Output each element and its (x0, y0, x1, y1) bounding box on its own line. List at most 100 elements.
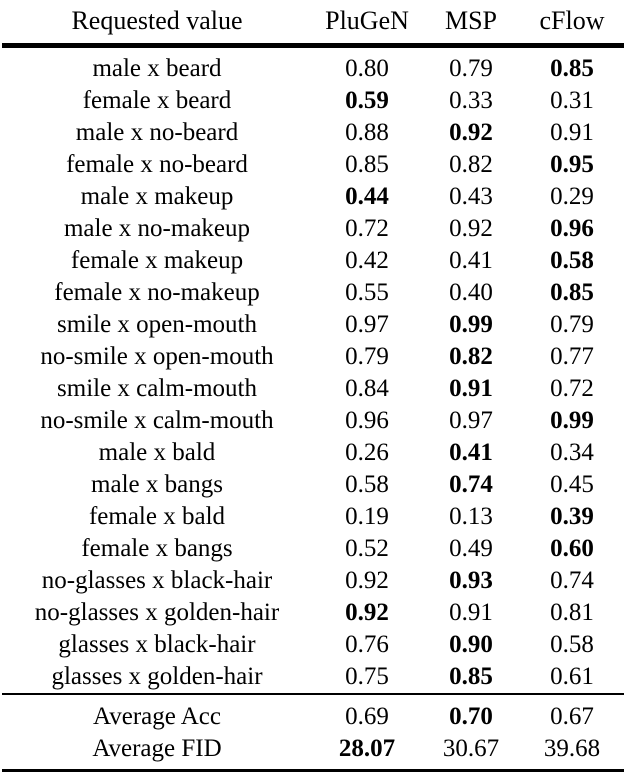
table-row: no-glasses x black-hair 0.92 0.93 0.74 (2, 565, 624, 597)
cell-msp: 30.67 (442, 734, 500, 762)
table-row: female x no-makeup 0.55 0.40 0.85 (2, 277, 624, 309)
table-row: male x no-beard 0.88 0.92 0.91 (2, 117, 624, 149)
cell-plugen: 0.97 (345, 311, 389, 338)
cell-cflow: 0.74 (550, 567, 594, 594)
cell-requested-value: male x no-beard (75, 119, 239, 146)
table-row: smile x open-mouth 0.97 0.99 0.79 (2, 309, 624, 341)
cell-requested-value: female x bald (88, 503, 226, 530)
table-summary: Average Acc 0.69 0.70 0.67 Average FID 28.07 3… (2, 695, 624, 771)
cell-msp: 0.43 (449, 183, 493, 210)
cell-plugen: 0.88 (345, 119, 389, 146)
results-table: Requested value PluGeN MSP cFlow male x … (2, 0, 624, 772)
table-row: no-glasses x golden-hair 0.92 0.91 0.81 (2, 597, 624, 629)
cell-msp: 0.70 (449, 702, 493, 730)
rule-line-bottom (2, 768, 624, 772)
cell-requested-value: smile x calm-mouth (57, 375, 257, 402)
cell-cflow: 0.29 (550, 183, 594, 210)
cell-cflow: 0.60 (550, 535, 594, 562)
cell-msp: 0.79 (449, 55, 493, 82)
cell-cflow: 0.81 (550, 599, 594, 626)
cell-plugen: 0.19 (345, 503, 389, 530)
cell-plugen: 0.26 (345, 439, 389, 466)
cell-msp: 0.40 (449, 279, 493, 306)
table-row: glasses x black-hair 0.76 0.90 0.58 (2, 629, 624, 661)
table-row: female x makeup 0.42 0.41 0.58 (2, 245, 624, 277)
cell-requested-value: glasses x black-hair (58, 631, 256, 658)
cell-plugen: 0.42 (345, 247, 389, 274)
summary-row: Average Acc 0.69 0.70 0.67 (2, 695, 624, 733)
cell-plugen: 0.72 (345, 215, 389, 242)
cell-plugen: 0.44 (345, 183, 389, 210)
table-row: male x makeup 0.44 0.43 0.29 (2, 181, 624, 213)
cell-cflow: 0.67 (550, 702, 594, 730)
cell-plugen: 0.84 (345, 375, 389, 402)
cell-plugen: 0.85 (345, 151, 389, 178)
cell-plugen: 0.96 (345, 407, 389, 434)
results-table-container: Requested value PluGeN MSP cFlow male x … (0, 0, 626, 772)
cell-cflow: 0.96 (550, 215, 594, 242)
cell-cflow: 0.99 (550, 407, 594, 434)
table-row: no-smile x calm-mouth 0.96 0.97 0.99 (2, 405, 624, 437)
cell-requested-value: glasses x golden-hair (51, 663, 263, 690)
cell-requested-value: female x no-makeup (54, 279, 260, 306)
table-row: male x beard 0.80 0.79 0.85 (2, 48, 624, 85)
cell-requested-value: female x makeup (70, 247, 244, 274)
cell-requested-value: male x no-makeup (63, 215, 251, 242)
cell-cflow: 0.31 (550, 87, 594, 114)
cell-plugen: 0.59 (345, 87, 389, 114)
cell-msp: 0.33 (449, 87, 493, 114)
cell-msp: 0.41 (449, 439, 493, 466)
table-row: female x bangs 0.52 0.49 0.60 (2, 533, 624, 565)
cell-msp: 0.85 (449, 663, 493, 690)
cell-requested-value: no-glasses x golden-hair (34, 599, 280, 626)
cell-msp: 0.90 (449, 631, 493, 658)
cell-requested-value: no-smile x calm-mouth (40, 407, 274, 434)
cell-requested-value: Average FID (92, 734, 222, 762)
header-row: Requested value PluGeN MSP cFlow (2, 0, 624, 45)
cell-cflow: 0.45 (550, 471, 594, 498)
cell-cflow: 0.61 (550, 663, 594, 690)
table-row: male x bangs 0.58 0.74 0.45 (2, 469, 624, 501)
cell-cflow: 0.72 (550, 375, 594, 402)
cell-requested-value: female x bangs (81, 535, 233, 562)
table-row: female x bald 0.19 0.13 0.39 (2, 501, 624, 533)
table-row: male x no-makeup 0.72 0.92 0.96 (2, 213, 624, 245)
cell-plugen: 0.75 (345, 663, 389, 690)
column-header-msp: MSP (444, 6, 498, 35)
cell-msp: 0.92 (449, 215, 493, 242)
cell-plugen: 0.52 (345, 535, 389, 562)
table-row: smile x calm-mouth 0.84 0.91 0.72 (2, 373, 624, 405)
cell-msp: 0.97 (449, 407, 493, 434)
column-header-cflow: cFlow (539, 6, 605, 35)
cell-requested-value: no-smile x open-mouth (40, 343, 274, 370)
table-body: male x beard 0.80 0.79 0.85 female x beard 0.… (2, 48, 624, 694)
cell-cflow: 0.77 (550, 343, 594, 370)
cell-cflow: 0.58 (550, 247, 594, 274)
cell-cflow: 39.68 (543, 734, 601, 762)
cell-cflow: 0.85 (550, 279, 594, 306)
cell-requested-value: male x bangs (91, 471, 223, 498)
cell-msp: 0.82 (449, 343, 493, 370)
summary-row: Average FID 28.07 30.67 39.68 (2, 732, 624, 770)
column-header-plugen: PluGeN (325, 6, 409, 35)
cell-plugen: 0.92 (345, 599, 389, 626)
cell-plugen: 28.07 (338, 734, 396, 762)
cell-msp: 0.74 (449, 471, 493, 498)
table-row: male x bald 0.26 0.41 0.34 (2, 437, 624, 469)
bottom-rule (2, 768, 624, 772)
cell-cflow: 0.39 (550, 503, 594, 530)
cell-requested-value: smile x open-mouth (57, 311, 257, 338)
cell-cflow: 0.91 (550, 119, 594, 146)
cell-msp: 0.91 (449, 599, 493, 626)
cell-msp: 0.13 (449, 503, 493, 530)
cell-cflow: 0.79 (550, 311, 594, 338)
cell-plugen: 0.69 (345, 702, 389, 730)
cell-plugen: 0.76 (345, 631, 389, 658)
cell-plugen: 0.55 (345, 279, 389, 306)
cell-msp: 0.49 (449, 535, 493, 562)
table-row: no-smile x open-mouth 0.79 0.82 0.77 (2, 341, 624, 373)
cell-requested-value: male x beard (92, 55, 222, 82)
table-row: glasses x golden-hair 0.75 0.85 0.61 (2, 661, 624, 694)
cell-msp: 0.91 (449, 375, 493, 402)
cell-plugen: 0.92 (345, 567, 389, 594)
